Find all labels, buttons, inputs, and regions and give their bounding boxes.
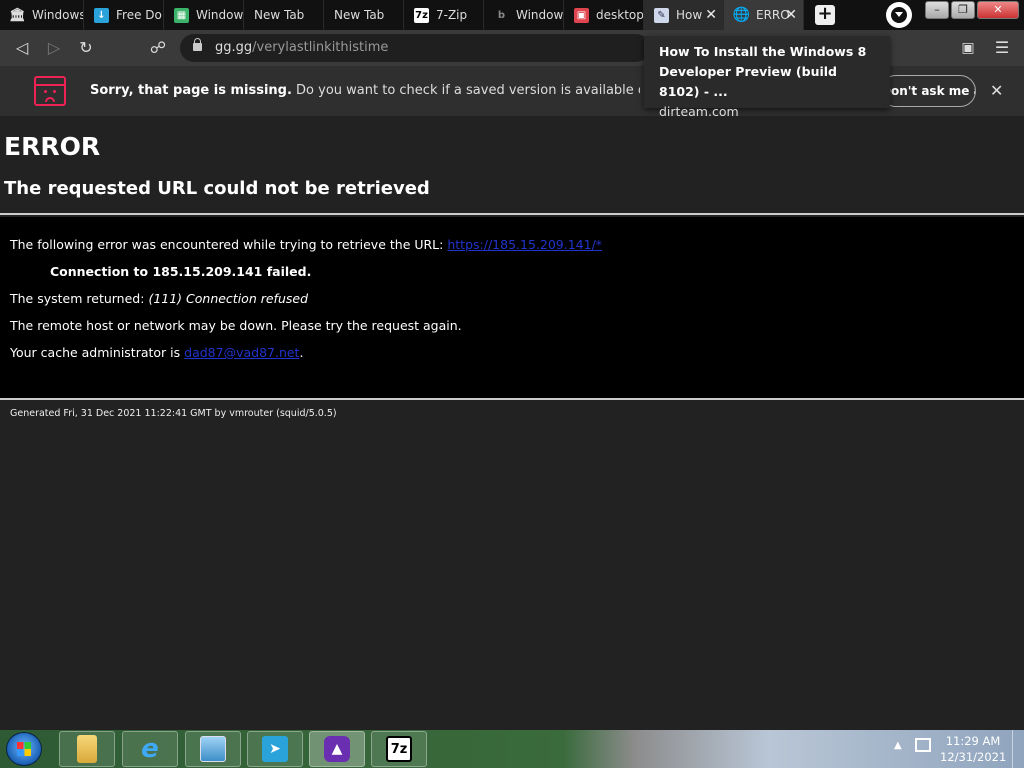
hover-card-domain: dirteam.com [659,104,739,119]
sad-page-icon [34,76,66,106]
taskbar-free-download-manager[interactable]: ➤ [247,731,303,767]
internet-explorer-icon: e [141,734,159,764]
tab-label: How [676,8,703,22]
photo-viewer-icon [200,736,226,762]
bookmark-icon[interactable]: ☍ [148,38,168,58]
hover-card-title-line2: Developer Preview (build 8102) - ... [659,64,837,99]
maximize-button[interactable]: ❐ [951,1,975,19]
wallet-icon[interactable]: ▣ [958,38,978,58]
folder-icon [77,735,97,763]
reload-icon[interactable]: ↻ [76,38,96,58]
taskbar-7zip[interactable]: 7z [371,731,427,767]
tray-expand-icon[interactable]: ▲ [894,740,902,751]
tab-new-tab-1[interactable]: New Tab [244,0,324,30]
admin-email-link[interactable]: dad87@vad87.net [184,345,299,360]
tab-free-download[interactable]: ↓ Free Do [84,0,164,30]
tab-7zip[interactable]: 7z 7-Zip [404,0,484,30]
tab-label: 7-Zip [436,8,468,22]
tab-label: New Tab [254,8,305,22]
hover-card-title-line1: How To Install the Windows 8 [659,44,867,59]
clock-date: 12/31/2021 [940,750,1007,764]
tab-windows-1[interactable]: 🏛 Windows [0,0,84,30]
columns-icon: 🏛 [9,7,26,23]
free-download-manager-icon: ➤ [262,736,288,762]
tab-windows-2[interactable]: ▦ Windows [164,0,244,30]
start-button[interactable] [6,732,42,766]
tab-strip: 🏛 Windows ↓ Free Do ▦ Windows New Tab Ne… [0,0,1024,30]
tab-windows-3[interactable]: b Window [484,0,564,30]
generated-footer: Generated Fri, 31 Dec 2021 11:22:41 GMT … [10,408,337,419]
error-heading: ERROR [4,132,101,161]
remote-host-text: The remote host or network may be down. … [10,318,462,333]
browser-window: 🏛 Windows ↓ Free Do ▦ Windows New Tab Ne… [0,0,1024,768]
cache-admin-line: Your cache administrator is dad87@vad87.… [10,345,304,360]
downloads-icon[interactable] [886,2,912,28]
spreadsheet-icon: ▦ [174,7,189,23]
connection-failed-text: Connection to 185.15.209.141 failed. [50,264,312,279]
tab-label: desktop [596,8,643,22]
tab-how-to-install[interactable]: ✎ How ✕ [644,0,724,30]
system-returned-line: The system returned: (111) Connection re… [10,291,309,306]
tab-label: Windows [196,8,243,22]
system-clock[interactable]: 11:29 AM 12/31/2021 [940,733,1006,765]
forward-icon[interactable]: ▷ [44,38,64,58]
tab-new-tab-2[interactable]: New Tab [324,0,404,30]
clock-time: 11:29 AM [945,734,1001,748]
taskbar-explorer[interactable] [59,731,115,767]
error-url-line: The following error was encountered whil… [10,237,603,252]
show-desktop-button[interactable] [1012,730,1024,768]
taskbar-internet-explorer[interactable]: e [122,731,178,767]
infobar-close-icon[interactable]: ✕ [990,81,1003,100]
taskbar: e ➤ ▲ 7z ▲ 11:29 AM 12/31/2021 [0,730,1024,768]
divider [0,398,1024,400]
store-icon: ▣ [574,7,589,23]
error-subheading: The requested URL could not be retrieved [4,178,430,199]
taskbar-brave[interactable]: ▲ [309,731,365,767]
tab-hover-card: How To Install the Windows 8 Developer P… [644,36,890,119]
tab-label: Free Do [116,8,162,22]
close-icon[interactable]: ✕ [785,7,797,23]
url-text: gg.gg/verylastlinkithistime [215,40,389,55]
7zip-icon: 7z [414,7,429,23]
page-content: ERROR The requested URL could not be ret… [0,116,1024,730]
back-icon[interactable]: ◁ [12,38,32,58]
close-icon[interactable]: ✕ [705,7,717,23]
bing-icon: b [497,9,506,21]
tab-label: Windows [32,8,83,22]
free-download-icon: ↓ [94,7,109,23]
error-url-link[interactable]: https://185.15.209.141/* [447,237,602,252]
infobar-message: Sorry, that page is missing. Do you want… [90,83,640,98]
menu-icon[interactable]: ☰ [992,38,1012,58]
divider [0,213,1024,215]
brave-browser-icon: ▲ [324,736,350,762]
tab-label: New Tab [334,8,385,22]
globe-icon: 🌐 [732,7,751,23]
taskbar-photo-viewer[interactable] [185,731,241,767]
address-bar[interactable]: gg.gg/verylastlinkithistime [180,34,650,62]
minimize-button[interactable]: – [925,1,949,19]
tab-desktop[interactable]: ▣ desktop [564,0,644,30]
lock-icon [193,38,202,51]
new-tab-button[interactable]: + [815,5,835,25]
tab-error[interactable]: 🌐 ERRO ✕ [724,0,804,30]
7zip-icon: 7z [386,736,412,762]
dont-ask-again-button[interactable]: Don't ask me again [880,75,976,107]
network-icon[interactable] [915,738,931,752]
document-icon: ✎ [654,7,669,23]
error-details: The following error was encountered whil… [0,217,1024,398]
tab-label: Window [516,8,563,22]
window-close-button[interactable]: ✕ [977,1,1019,19]
